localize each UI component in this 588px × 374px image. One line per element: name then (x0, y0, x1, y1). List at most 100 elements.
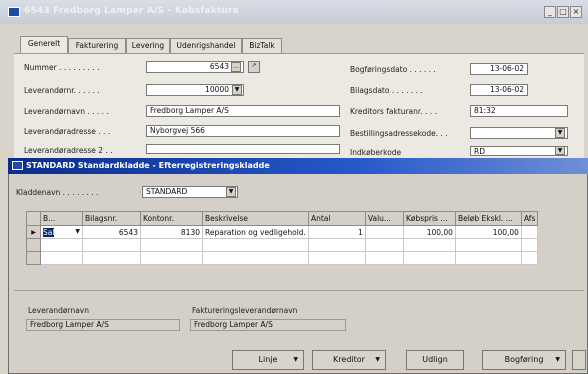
cell-unit-cost[interactable]: 100,00 (402, 225, 456, 239)
empty-cell[interactable] (520, 238, 539, 252)
header-description[interactable]: Beskrivelse (202, 211, 309, 226)
header-amount-excl[interactable]: Beløb Ekskl. ... (454, 211, 522, 226)
vendor-address2-field[interactable] (146, 144, 340, 154)
apply-button[interactable]: Udlign (406, 350, 464, 370)
empty-cell[interactable] (454, 238, 522, 252)
header-rowselector (26, 211, 41, 226)
journal-name-dropdown-icon[interactable]: ▼ (226, 187, 236, 197)
tab-udenrigshandel[interactable]: Udenrigshandel (170, 38, 242, 53)
cell-dropdown-icon[interactable]: ▼ (75, 228, 80, 235)
empty-cell[interactable] (202, 238, 309, 252)
close-button[interactable]: × (570, 6, 582, 18)
journal-name-field[interactable]: STANDARD (142, 186, 238, 198)
cell-description[interactable]: Reparation og vedligehold. (202, 225, 309, 239)
vendor-no-field[interactable]: 10000 (146, 84, 244, 96)
cell-amount-excl[interactable]: 100,00 (454, 225, 522, 239)
posting-button-label: Bogføring (504, 355, 544, 364)
header-afs[interactable]: Afs (520, 211, 539, 226)
empty-cell[interactable] (520, 251, 539, 265)
line-button[interactable]: Linje ▼ (232, 350, 304, 370)
vendor-name-field[interactable]: Fredborg Lamper A/S (146, 105, 340, 117)
journal-window-icon (12, 161, 23, 170)
empty-cell[interactable] (82, 251, 141, 265)
table-row[interactable]: ▶ Sal ▼ 6543 8130 Reparation og vedligeho… (26, 225, 539, 239)
row-selector[interactable] (26, 251, 41, 265)
cell-quantity[interactable]: 1 (307, 225, 366, 239)
document-date-label: Bilagsdato . . . . . . . (350, 86, 423, 95)
invoice-vendor-name-label: Faktureringsleverandørnavn (192, 306, 298, 315)
empty-cell[interactable] (402, 251, 456, 265)
vendor-address-label: Leverandøradresse . . . (24, 127, 111, 136)
maximize-button[interactable]: □ (557, 6, 569, 18)
row-pointer-icon[interactable]: ▶ (26, 225, 41, 239)
tab-levering[interactable]: Levering (126, 38, 170, 53)
vendor-no-label: Leverandørnr. . . . . . (24, 86, 100, 95)
order-address-code-label: Bestillingsadressekode. . . (350, 129, 448, 138)
invoice-vendor-name-value: Fredborg Lamper A/S (190, 319, 346, 331)
header-document-no[interactable]: Bilagsnr. (82, 211, 141, 226)
header-account-no[interactable]: Kontonr. (140, 211, 203, 226)
journal-titlebar: STANDARD Standardkladde - Efterregistrer… (8, 158, 588, 174)
purchaser-code-field[interactable]: RD (470, 146, 568, 156)
lookup-arrow-icon[interactable]: ↗ (248, 61, 260, 73)
vendor-name-footer-value: Fredborg Lamper A/S (26, 319, 180, 331)
cell-account-no[interactable]: 8130 (140, 225, 203, 239)
row-selector[interactable] (26, 238, 41, 252)
posting-button[interactable]: Bogføring ▼ (482, 350, 566, 370)
cell-document-no[interactable]: 6543 (82, 225, 141, 239)
vendor-invoice-no-label: Kreditors fakturanr. . . . (350, 107, 437, 116)
window-icon (8, 7, 20, 17)
journal-table: B... Bilagsnr. Kontonr. Beskrivelse Anta… (26, 211, 539, 265)
journal-window-title: STANDARD Standardkladde - Efterregistrer… (26, 161, 270, 170)
header-doc-type[interactable]: B... (40, 211, 83, 226)
header-unit-cost[interactable]: Købspris ... (402, 211, 456, 226)
header-currency[interactable]: Valu... (364, 211, 404, 226)
number-label: Nummer . . . . . . . . . (24, 63, 100, 72)
empty-cell[interactable] (40, 251, 83, 265)
empty-cell[interactable] (82, 238, 141, 252)
purchaser-code-dropdown-icon[interactable]: ▼ (555, 146, 565, 155)
tab-biztalk[interactable]: BizTalk (242, 38, 282, 53)
vendor-address-field[interactable]: Nyborgvej 566 (146, 125, 340, 137)
cell-doc-type-value: Sal (43, 227, 55, 237)
table-row[interactable] (26, 251, 539, 265)
order-address-dropdown-icon[interactable]: ▼ (555, 128, 565, 138)
document-date-field[interactable]: 13-06-02 (470, 84, 528, 96)
header-quantity[interactable]: Antal (307, 211, 366, 226)
empty-cell[interactable] (364, 251, 404, 265)
empty-cell[interactable] (140, 238, 203, 252)
invoice-window-title: 6543 Fredborg Lamper A/S - Købsfaktura (24, 6, 240, 16)
invoice-window-titlebar: 6543 Fredborg Lamper A/S - Købsfaktura _… (0, 0, 588, 24)
help-button-partial[interactable] (572, 350, 586, 370)
vendor-button-label: Kreditor (333, 355, 365, 364)
assist-edit-icon[interactable]: … (231, 62, 241, 72)
empty-cell[interactable] (454, 251, 522, 265)
table-header-row: B... Bilagsnr. Kontonr. Beskrivelse Anta… (26, 211, 539, 226)
cell-currency[interactable] (364, 225, 404, 239)
empty-cell[interactable] (202, 251, 309, 265)
line-button-label: Linje (258, 355, 278, 364)
journal-lines-grid: B... Bilagsnr. Kontonr. Beskrivelse Anta… (26, 211, 539, 265)
vendor-button[interactable]: Kreditor ▼ (312, 350, 386, 370)
posting-date-field[interactable]: 13-06-02 (470, 63, 528, 75)
table-row[interactable] (26, 238, 539, 252)
vendor-no-dropdown-icon[interactable]: ▼ (232, 85, 242, 95)
empty-cell[interactable] (40, 238, 83, 252)
empty-cell[interactable] (364, 238, 404, 252)
vendor-invoice-no-field[interactable]: 81:32 (470, 105, 568, 117)
vendor-address2-label: Leverandøradresse 2 . . (24, 146, 113, 155)
vendor-name-footer-label: Leverandørnavn (28, 306, 89, 315)
empty-cell[interactable] (307, 238, 366, 252)
empty-cell[interactable] (402, 238, 456, 252)
journal-name-label: Kladdenavn . . . . . . . . (16, 188, 99, 197)
tab-generelt[interactable]: Generelt (20, 36, 68, 53)
cell-doc-type[interactable]: Sal ▼ (40, 225, 83, 239)
empty-cell[interactable] (140, 251, 203, 265)
cell-afs[interactable] (520, 225, 539, 239)
minimize-button[interactable]: _ (544, 6, 556, 18)
chevron-down-icon: ▼ (375, 356, 380, 363)
tab-fakturering[interactable]: Fakturering (68, 38, 126, 53)
order-address-code-field[interactable] (470, 127, 568, 139)
number-field[interactable]: 6543 (146, 61, 244, 73)
empty-cell[interactable] (307, 251, 366, 265)
